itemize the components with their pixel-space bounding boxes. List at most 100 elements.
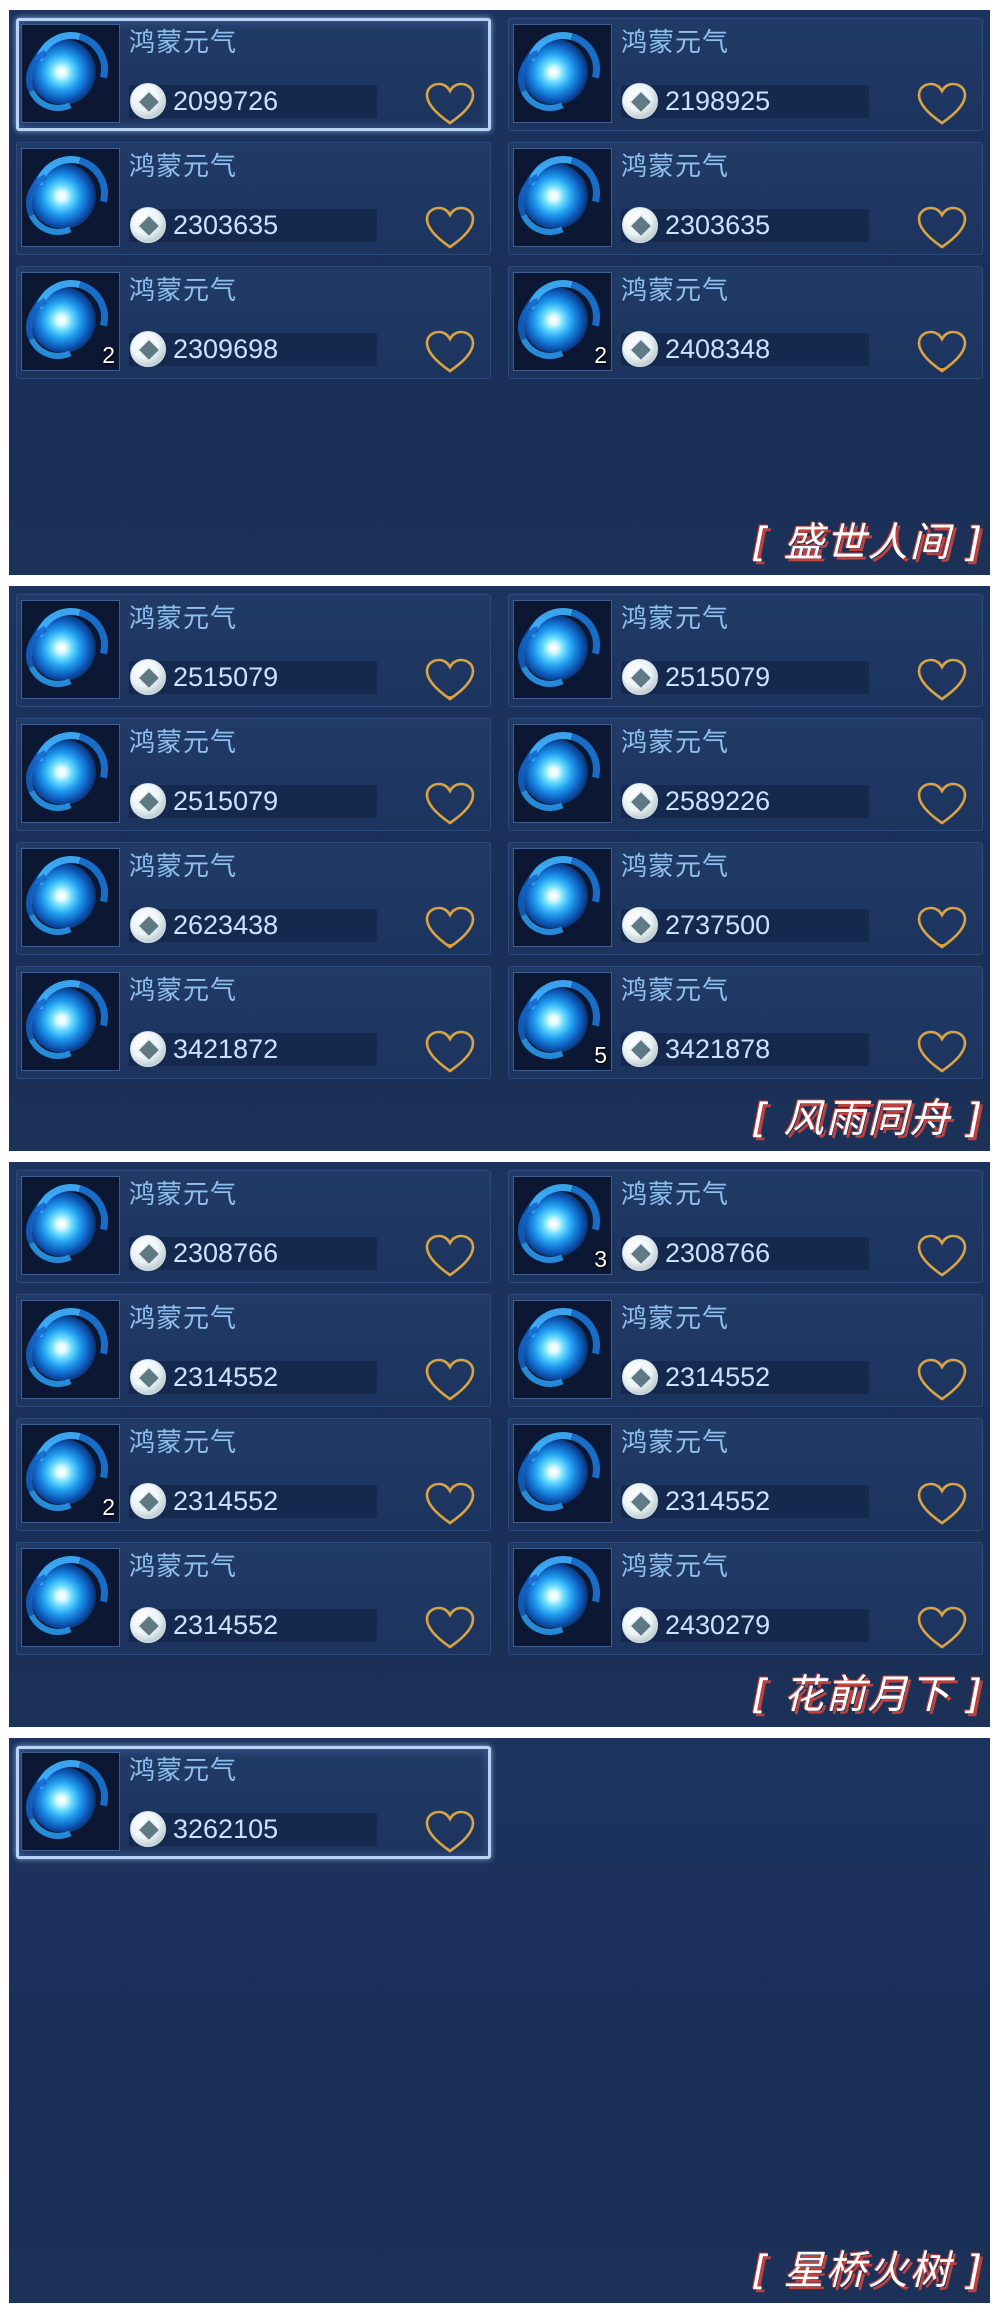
blue-vortex-icon: 3 <box>513 1176 612 1275</box>
heart-icon[interactable] <box>424 1233 476 1279</box>
item-card[interactable]: 2 鸿蒙元气 2309698 <box>16 266 491 379</box>
price-bar: 2515079 <box>129 783 377 819</box>
stack-count: 3 <box>594 1246 607 1272</box>
blue-vortex-icon <box>513 1300 612 1399</box>
heart-icon[interactable] <box>424 1809 476 1855</box>
item-card[interactable]: 2 鸿蒙元气 2314552 <box>16 1418 491 1531</box>
heart-icon[interactable] <box>916 1357 968 1403</box>
coin-hole <box>629 90 653 114</box>
blue-vortex-icon <box>513 848 612 947</box>
item-card[interactable]: 鸿蒙元气 2314552 <box>16 1542 491 1655</box>
item-card[interactable]: 鸿蒙元气 2515079 <box>508 594 983 707</box>
blue-vortex-icon <box>513 24 612 123</box>
item-name: 鸿蒙元气 <box>129 28 238 58</box>
section-panel-3: 鸿蒙元气 2308766 3 鸿蒙元气 2308766 鸿蒙元气 2314552 鸿蒙元气 23… <box>9 1162 990 1727</box>
heart-icon[interactable] <box>424 81 476 127</box>
item-name: 鸿蒙元气 <box>621 1180 730 1210</box>
item-name: 鸿蒙元气 <box>621 728 730 758</box>
price-bar: 2314552 <box>129 1483 377 1519</box>
heart-outline <box>425 1234 475 1277</box>
heart-icon[interactable] <box>916 657 968 703</box>
item-card[interactable]: 鸿蒙元气 2303635 <box>16 142 491 255</box>
item-card[interactable]: 2 鸿蒙元气 2408348 <box>508 266 983 379</box>
item-card[interactable]: 鸿蒙元气 2589226 <box>508 718 983 831</box>
blue-vortex-icon: 5 <box>513 972 612 1071</box>
price-bar: 2099726 <box>129 83 377 119</box>
item-price: 2515079 <box>173 786 279 816</box>
heart-icon[interactable] <box>424 1605 476 1651</box>
item-name: 鸿蒙元气 <box>129 1180 238 1210</box>
heart-icon[interactable] <box>916 1605 968 1651</box>
price-bar: 2314552 <box>621 1483 869 1519</box>
section-label: [ 星桥火树 ] <box>751 2248 984 2294</box>
coin-hole <box>137 1614 161 1638</box>
item-name: 鸿蒙元气 <box>621 1552 730 1582</box>
item-price: 2198925 <box>665 86 771 116</box>
item-card[interactable]: 鸿蒙元气 2303635 <box>508 142 983 255</box>
section-label: [ 风雨同舟 ] <box>751 1096 984 1142</box>
item-card[interactable]: 鸿蒙元气 2515079 <box>16 594 491 707</box>
heart-icon[interactable] <box>424 1029 476 1075</box>
item-card[interactable]: 鸿蒙元气 2515079 <box>16 718 491 831</box>
blue-vortex-icon <box>21 24 120 123</box>
heart-icon[interactable] <box>916 329 968 375</box>
item-card[interactable]: 5 鸿蒙元气 3421878 <box>508 966 983 1079</box>
item-card[interactable]: 鸿蒙元气 2314552 <box>508 1418 983 1531</box>
price-bar: 2314552 <box>621 1359 869 1395</box>
heart-icon[interactable] <box>916 905 968 951</box>
item-card[interactable]: 鸿蒙元气 2623438 <box>16 842 491 955</box>
heart-icon[interactable] <box>916 781 968 827</box>
coin-icon <box>130 1359 166 1395</box>
item-card[interactable]: 鸿蒙元气 2198925 <box>508 18 983 131</box>
coin-hole <box>137 214 161 238</box>
blue-vortex-icon <box>21 1176 120 1275</box>
heart-icon[interactable] <box>424 657 476 703</box>
heart-icon[interactable] <box>916 1233 968 1279</box>
coin-icon <box>130 1811 166 1847</box>
item-price: 2408348 <box>665 334 771 364</box>
heart-icon[interactable] <box>424 329 476 375</box>
item-name: 鸿蒙元气 <box>129 976 238 1006</box>
item-card[interactable]: 鸿蒙元气 2099726 <box>16 18 491 131</box>
item-price: 2314552 <box>173 1486 279 1516</box>
heart-outline <box>425 906 475 949</box>
item-price: 3262105 <box>173 1814 279 1844</box>
heart-icon[interactable] <box>916 81 968 127</box>
heart-icon[interactable] <box>424 1357 476 1403</box>
price-bar: 2589226 <box>621 783 869 819</box>
heart-icon[interactable] <box>916 205 968 251</box>
heart-icon[interactable] <box>424 905 476 951</box>
heart-outline <box>425 330 475 373</box>
heart-icon[interactable] <box>424 205 476 251</box>
coin-hole <box>629 666 653 690</box>
item-card[interactable]: 鸿蒙元气 3262105 <box>16 1746 491 1859</box>
blue-vortex-icon <box>21 1752 120 1851</box>
item-card[interactable]: 鸿蒙元气 2308766 <box>16 1170 491 1283</box>
coin-hole <box>137 1038 161 1062</box>
blue-vortex-icon: 2 <box>513 272 612 371</box>
item-card[interactable]: 鸿蒙元气 2430279 <box>508 1542 983 1655</box>
coin-icon <box>130 783 166 819</box>
heart-outline <box>917 1358 967 1401</box>
item-card[interactable]: 鸿蒙元气 2314552 <box>508 1294 983 1407</box>
item-name: 鸿蒙元气 <box>621 1428 730 1458</box>
heart-icon[interactable] <box>424 1481 476 1527</box>
blue-vortex-icon <box>21 1548 120 1647</box>
coin-hole <box>137 1366 161 1390</box>
heart-outline <box>917 906 967 949</box>
heart-icon[interactable] <box>424 781 476 827</box>
coin-hole <box>629 1490 653 1514</box>
heart-outline <box>917 1030 967 1073</box>
price-bar: 3262105 <box>129 1811 377 1847</box>
item-card[interactable]: 3 鸿蒙元气 2308766 <box>508 1170 983 1283</box>
heart-icon[interactable] <box>916 1029 968 1075</box>
item-price: 2623438 <box>173 910 279 940</box>
coin-hole <box>137 1818 161 1842</box>
price-bar: 2303635 <box>621 207 869 243</box>
price-bar: 2408348 <box>621 331 869 367</box>
heart-outline <box>425 1030 475 1073</box>
item-card[interactable]: 鸿蒙元气 3421872 <box>16 966 491 1079</box>
heart-icon[interactable] <box>916 1481 968 1527</box>
item-card[interactable]: 鸿蒙元气 2737500 <box>508 842 983 955</box>
item-card[interactable]: 鸿蒙元气 2314552 <box>16 1294 491 1407</box>
